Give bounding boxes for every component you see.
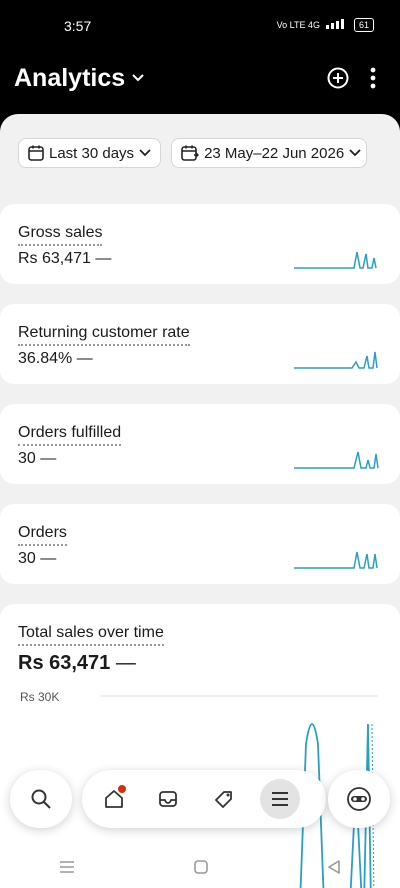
metric-card-orders[interactable]: Orders 30 — bbox=[0, 504, 400, 584]
search-button[interactable] bbox=[10, 770, 72, 828]
metric-label: Gross sales bbox=[18, 224, 103, 246]
metric-label: Orders fulfilled bbox=[18, 424, 122, 446]
sparkline-chart bbox=[294, 351, 378, 369]
date-range-selector[interactable]: Last 30 days bbox=[18, 138, 162, 168]
nav-inbox[interactable] bbox=[148, 779, 188, 819]
metric-value: 36.84% — bbox=[18, 350, 93, 367]
date-compare-label: 23 May–22 Jun 2026 bbox=[204, 144, 345, 162]
sparkline-chart bbox=[294, 551, 378, 569]
total-sales-value: Rs 63,471 — bbox=[18, 652, 136, 674]
sparkline-chart bbox=[294, 251, 377, 269]
app-button[interactable] bbox=[328, 770, 390, 828]
metric-card-gross-sales[interactable]: Gross sales Rs 63,471 — bbox=[0, 204, 400, 284]
search-icon bbox=[31, 789, 51, 809]
metric-value: 30 — bbox=[18, 450, 57, 467]
metric-value: Rs 63,471 — bbox=[18, 250, 112, 267]
app-icon bbox=[347, 787, 371, 811]
nav-pill bbox=[82, 770, 326, 828]
tag-icon bbox=[215, 791, 232, 808]
metric-card-returning-customer-rate[interactable]: Returning customer rate 36.84% — bbox=[0, 304, 400, 384]
home-square-icon[interactable] bbox=[193, 859, 209, 875]
network-indicator: Vo LTE 4G bbox=[276, 20, 320, 30]
date-compare-selector[interactable]: 23 May–22 Jun 2026 bbox=[171, 138, 368, 168]
recents-icon[interactable] bbox=[58, 859, 76, 875]
signal-icon bbox=[325, 19, 348, 31]
add-button[interactable] bbox=[325, 65, 351, 91]
system-nav-bar bbox=[0, 846, 400, 888]
bottom-nav bbox=[10, 770, 390, 830]
back-icon[interactable] bbox=[326, 859, 342, 875]
title-dropdown[interactable]: Analytics bbox=[14, 64, 145, 93]
battery-icon: 61 bbox=[353, 18, 374, 32]
metric-label: Returning customer rate bbox=[18, 324, 190, 346]
metric-label: Orders bbox=[18, 524, 67, 546]
metric-card-orders-fulfilled[interactable]: Orders fulfilled 30 — bbox=[0, 404, 400, 484]
calendar-icon bbox=[28, 145, 44, 161]
calendar-compare-icon bbox=[181, 145, 200, 161]
date-range-label: Last 30 days bbox=[49, 144, 135, 162]
nav-home[interactable] bbox=[94, 779, 134, 819]
chevron-down-icon bbox=[131, 70, 145, 88]
notification-dot bbox=[118, 785, 126, 793]
page-title: Analytics bbox=[14, 64, 126, 92]
status-time: 3:57 bbox=[64, 18, 92, 34]
inbox-icon bbox=[159, 791, 177, 807]
status-bar: 3:57 Vo LTE 4G 61 bbox=[0, 0, 400, 52]
menu-icon bbox=[272, 792, 288, 806]
chart-title: Total sales over time bbox=[18, 624, 164, 646]
more-button[interactable] bbox=[360, 65, 386, 91]
filter-bar: Last 30 days 23 May–22 Jun 2026 bbox=[18, 138, 368, 168]
chevron-down-icon bbox=[139, 149, 151, 157]
plus-circle-icon bbox=[327, 67, 349, 89]
metric-value: 30 — bbox=[18, 550, 57, 567]
status-icons: Vo LTE 4G 61 bbox=[277, 18, 374, 32]
chevron-down-icon bbox=[349, 149, 361, 157]
nav-menu[interactable] bbox=[260, 779, 300, 819]
app-header: Analytics bbox=[0, 60, 400, 100]
nav-products[interactable] bbox=[204, 779, 244, 819]
sparkline-chart bbox=[294, 451, 379, 469]
more-vertical-icon bbox=[370, 67, 376, 89]
